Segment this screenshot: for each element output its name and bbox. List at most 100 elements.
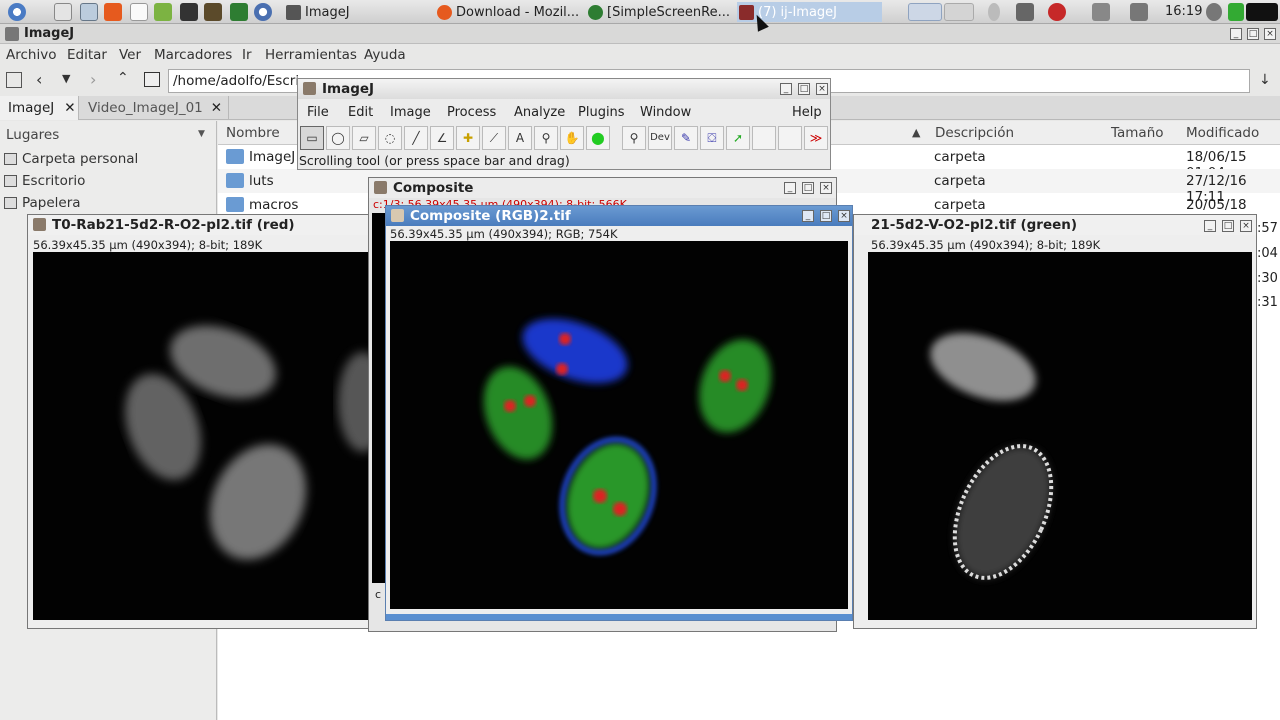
menu-edit[interactable]: Edit bbox=[348, 105, 373, 120]
minimize-button[interactable]: _ bbox=[780, 83, 792, 95]
close-tab-icon[interactable]: ✕ bbox=[64, 100, 75, 116]
text-editor-launcher-icon[interactable] bbox=[130, 3, 148, 21]
workspace-1-icon[interactable] bbox=[908, 3, 942, 21]
wand-tool-icon[interactable]: ⟋ bbox=[482, 126, 506, 150]
up-icon[interactable]: ⌃ bbox=[117, 70, 129, 86]
freehand-tool-icon[interactable]: ◌ bbox=[378, 126, 402, 150]
chevron-down-icon[interactable]: ▼ bbox=[198, 129, 205, 139]
terminal-launcher-icon[interactable] bbox=[230, 3, 248, 21]
tab-imagej[interactable]: ImageJ ✕ bbox=[0, 96, 79, 120]
menu-help[interactable]: Help bbox=[792, 105, 822, 120]
record-icon[interactable] bbox=[1048, 3, 1066, 21]
empty-tool-slot[interactable] bbox=[778, 126, 802, 150]
magnifier-tool-icon[interactable]: ⚲ bbox=[534, 126, 558, 150]
image-window-rgb[interactable]: Composite (RGB)2.tif _ □ × 56.39x45.35 µ… bbox=[385, 205, 853, 621]
network-icon[interactable] bbox=[1092, 3, 1110, 21]
pencil-tool-icon[interactable]: ✎ bbox=[674, 126, 698, 150]
imagej-main-window[interactable]: ImageJ _ □ × File Edit Image Process Ana… bbox=[297, 78, 831, 170]
new-tab-icon[interactable] bbox=[6, 72, 22, 88]
column-description[interactable]: Descripción bbox=[935, 125, 1014, 141]
menu-image[interactable]: Image bbox=[390, 105, 431, 120]
volume-icon[interactable] bbox=[1130, 3, 1148, 21]
hand-tool-icon[interactable]: ✋ bbox=[560, 126, 584, 150]
zoom-tool-icon[interactable]: ⚲ bbox=[622, 126, 646, 150]
close-tab-icon[interactable]: ✕ bbox=[211, 100, 222, 116]
arrow-tool-icon[interactable]: ➚ bbox=[726, 126, 750, 150]
polygon-tool-icon[interactable]: ▱ bbox=[352, 126, 376, 150]
task-firefox[interactable]: Download - Mozil... bbox=[437, 2, 585, 22]
line-tool-icon[interactable]: ╱ bbox=[404, 126, 428, 150]
back-icon[interactable]: ‹ bbox=[36, 70, 42, 89]
settings-launcher-icon[interactable] bbox=[180, 3, 198, 21]
maximize-button[interactable]: □ bbox=[1247, 28, 1259, 40]
menu-window[interactable]: Window bbox=[640, 105, 691, 120]
close-button[interactable]: × bbox=[816, 83, 828, 95]
close-button[interactable]: × bbox=[838, 210, 850, 222]
menu-ayuda[interactable]: Ayuda bbox=[364, 47, 406, 63]
dev-menu-button[interactable]: Dev bbox=[648, 126, 672, 150]
menu-marcadores[interactable]: Marcadores bbox=[154, 47, 232, 63]
workspace-2-icon[interactable] bbox=[944, 3, 974, 21]
sidebar-header[interactable]: Lugares bbox=[6, 127, 59, 143]
column-name[interactable]: Nombre bbox=[226, 125, 280, 141]
titlebar[interactable]: 21-5d2-V-O2-pl2.tif (green) _ □ × bbox=[854, 215, 1256, 235]
archive-launcher-icon[interactable] bbox=[204, 3, 222, 21]
image-canvas-rgb[interactable] bbox=[390, 241, 848, 609]
tab-video-imagej[interactable]: Video_ImageJ_01 ✕ bbox=[80, 96, 229, 120]
history-dropdown-icon[interactable]: ▼ bbox=[62, 72, 70, 85]
menu-ir[interactable]: Ir bbox=[242, 47, 252, 63]
empty-tool-slot[interactable] bbox=[752, 126, 776, 150]
close-button[interactable]: × bbox=[820, 182, 832, 194]
bluetooth-icon[interactable] bbox=[988, 3, 1000, 21]
sort-up-icon[interactable]: ▲ bbox=[912, 126, 920, 139]
flood-fill-tool-icon[interactable]: ⛋ bbox=[700, 126, 724, 150]
network-launcher-icon[interactable] bbox=[254, 3, 272, 21]
close-button[interactable]: × bbox=[1264, 28, 1276, 40]
image-window-red[interactable]: T0-Rab21-5d2-R-O2-pl2.tif (red) 56.39x45… bbox=[27, 214, 387, 629]
download-arrow-icon[interactable]: ↓ bbox=[1259, 72, 1271, 88]
menu-file[interactable]: File bbox=[307, 105, 329, 120]
menu-editar[interactable]: Editar bbox=[67, 47, 107, 63]
menu-process[interactable]: Process bbox=[447, 105, 496, 120]
forward-icon[interactable]: › bbox=[90, 70, 96, 89]
maximize-button[interactable]: □ bbox=[1222, 220, 1234, 232]
rectangle-tool-icon[interactable]: ▭ bbox=[300, 126, 324, 150]
image-canvas-green[interactable] bbox=[868, 252, 1252, 620]
maximize-button[interactable]: □ bbox=[798, 83, 810, 95]
task-imagej-files[interactable]: ImageJ bbox=[286, 2, 431, 22]
menu-plugins[interactable]: Plugins bbox=[578, 105, 625, 120]
titlebar[interactable]: T0-Rab21-5d2-R-O2-pl2.tif (red) bbox=[28, 215, 386, 235]
clock[interactable]: 16:19 bbox=[1165, 4, 1202, 19]
minimize-button[interactable]: _ bbox=[1204, 220, 1216, 232]
home-icon[interactable] bbox=[144, 72, 160, 87]
sidebar-item-home[interactable]: Carpeta personal bbox=[4, 151, 138, 167]
sidebar-item-desktop[interactable]: Escritorio bbox=[4, 173, 85, 189]
dropper-tool-icon[interactable]: ⬤ bbox=[586, 126, 610, 150]
titlebar[interactable]: ImageJ _ □ × bbox=[298, 79, 830, 99]
minimize-button[interactable]: _ bbox=[784, 182, 796, 194]
text-tool-icon[interactable]: A bbox=[508, 126, 532, 150]
column-size[interactable]: Tamaño bbox=[1111, 125, 1164, 141]
maximize-button[interactable]: □ bbox=[802, 182, 814, 194]
image-window-green[interactable]: 21-5d2-V-O2-pl2.tif (green) _ □ × 56.39x… bbox=[853, 214, 1257, 629]
show-desktop-icon[interactable] bbox=[54, 3, 72, 21]
menu-analyze[interactable]: Analyze bbox=[514, 105, 565, 120]
notes-launcher-icon[interactable] bbox=[154, 3, 172, 21]
titlebar[interactable]: Composite _ □ × bbox=[369, 178, 836, 198]
oval-tool-icon[interactable]: ◯ bbox=[326, 126, 350, 150]
menu-ver[interactable]: Ver bbox=[119, 47, 141, 63]
point-tool-icon[interactable]: ✚ bbox=[456, 126, 480, 150]
minimize-button[interactable]: _ bbox=[1230, 28, 1242, 40]
angle-tool-icon[interactable]: ∠ bbox=[430, 126, 454, 150]
maximize-button[interactable]: □ bbox=[820, 210, 832, 222]
menu-herramientas[interactable]: Herramientas bbox=[265, 47, 357, 63]
channel-slider-label[interactable]: c bbox=[375, 588, 381, 601]
file-manager-launcher-icon[interactable] bbox=[80, 3, 98, 21]
image-canvas-red[interactable] bbox=[33, 252, 381, 620]
sidebar-item-trash[interactable]: Papelera bbox=[4, 195, 81, 211]
minimize-button[interactable]: _ bbox=[802, 210, 814, 222]
menu-launcher-icon[interactable] bbox=[8, 3, 26, 21]
titlebar[interactable]: Composite (RGB)2.tif _ □ × bbox=[386, 206, 852, 226]
column-modified[interactable]: Modificado bbox=[1186, 125, 1259, 141]
firefox-launcher-icon[interactable] bbox=[104, 3, 122, 21]
